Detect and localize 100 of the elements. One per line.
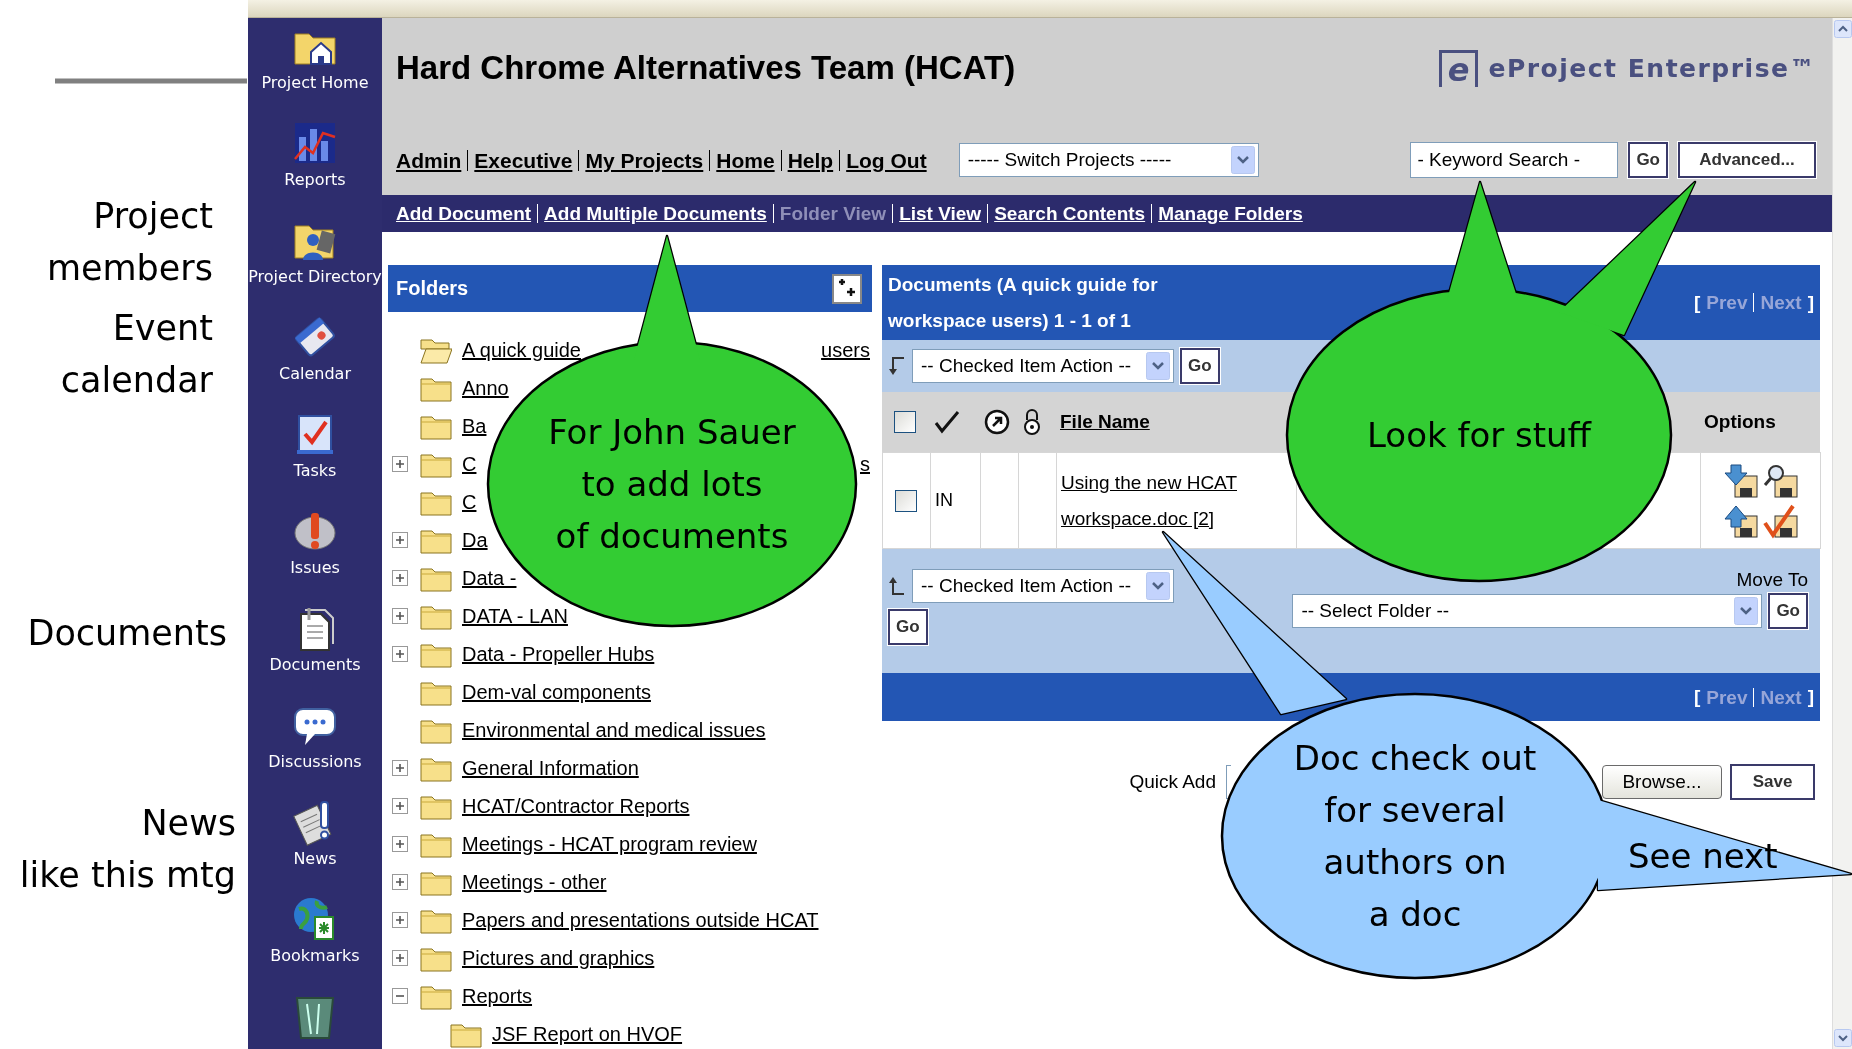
folder-link[interactable]: Da (462, 528, 488, 552)
logo-mark: e (1438, 49, 1479, 87)
annotation-text: News like this mtg (19, 802, 236, 897)
folder-link[interactable]: Environmental and medical issues (462, 718, 766, 742)
lock-icon (1022, 408, 1042, 436)
callout-text: See next (1628, 835, 1778, 878)
go-button[interactable]: Go (1628, 142, 1668, 178)
expand-icon[interactable] (392, 912, 408, 928)
nav-link[interactable]: Search Contents (987, 204, 1152, 223)
expand-icon[interactable] (392, 456, 408, 472)
checkmark-icon (934, 409, 960, 435)
pager-bracket: [ (1693, 291, 1701, 314)
nav-link[interactable]: Add Document (396, 204, 538, 223)
project-dropdown[interactable]: ----- Switch Projects ----- (958, 143, 1259, 177)
folder-link[interactable]: Meetings - other (462, 870, 607, 894)
field-label: Move To (1736, 569, 1808, 591)
nav-link[interactable]: Help (780, 149, 840, 171)
folder-link[interactable]: users (821, 338, 870, 362)
action-dropdown[interactable]: -- Checked Item Action -- (912, 349, 1174, 383)
disk-check-icon[interactable] (1762, 502, 1799, 539)
sidebar-item[interactable]: Bookmarks (248, 895, 382, 992)
folder-link[interactable]: Reports (462, 984, 533, 1008)
panel-title: Folders (396, 277, 469, 300)
field-label: Quick Add (1129, 771, 1216, 793)
search-field[interactable]: - Keyword Search - (1410, 142, 1619, 178)
go-button[interactable]: Go (888, 609, 928, 645)
nav-link[interactable]: Home (709, 149, 781, 171)
sidebar-item[interactable]: Issues (248, 507, 382, 604)
annotation-text: Documents (27, 612, 227, 655)
folder-link[interactable]: Dem-val components (462, 680, 651, 704)
sidebar-item[interactable]: Reports (248, 119, 382, 216)
checkbox[interactable] (894, 411, 916, 433)
sidebar-item[interactable]: News (248, 798, 382, 895)
clock-icon (984, 409, 1010, 435)
sidebar-item[interactable]: Tasks (248, 410, 382, 507)
nav-link[interactable]: My Projects (578, 149, 710, 171)
scroll-up-icon[interactable] (1833, 20, 1852, 38)
expand-icon[interactable] (392, 950, 408, 966)
expand-icon[interactable] (392, 874, 408, 890)
folder-link[interactable]: C (462, 452, 477, 476)
page-title: Hard Chrome Alternatives Team (HCAT) (396, 49, 1016, 87)
expand-icon[interactable] (392, 646, 408, 662)
file-field[interactable] (1226, 765, 1231, 799)
go-button[interactable]: Go (1180, 348, 1220, 384)
checkbox[interactable] (895, 489, 917, 512)
folder-link[interactable]: Data - Propeller Hubs (462, 642, 655, 666)
expand-icon[interactable] (392, 532, 408, 548)
nav-link[interactable]: Log Out (839, 149, 933, 171)
go-button[interactable]: Go (1768, 593, 1808, 629)
folder-link[interactable]: Pictures and graphics (462, 946, 655, 970)
folder-link[interactable]: Papers and presentations outside HCAT (462, 908, 819, 932)
disk-down-arrow-icon[interactable] (1722, 462, 1759, 499)
pager-bracket: ] (1807, 686, 1814, 708)
panel-title: Documents (A quick guide for workspace users) 1 - 1 of 1 (888, 272, 1159, 333)
action-dropdown[interactable]: -- Checked Item Action -- (912, 569, 1174, 603)
nav-link[interactable]: List View (892, 204, 988, 223)
folder-link[interactable]: DATA - LAN (462, 604, 568, 628)
folder-link[interactable]: General Information (462, 756, 639, 780)
disk-magnifier-icon[interactable] (1762, 462, 1799, 499)
scrollbar[interactable] (1832, 18, 1852, 1049)
folder-link[interactable]: Ba (462, 414, 487, 438)
annotation-text: Event calendar (60, 307, 213, 402)
sidebar-item[interactable]: Project Home (248, 22, 382, 119)
folder-link[interactable]: A quick guide (462, 338, 581, 362)
column-header: Options (1704, 411, 1776, 433)
save-button[interactable]: Save (1730, 764, 1815, 800)
scroll-down-icon[interactable] (1833, 1029, 1852, 1047)
expand-icon[interactable] (392, 798, 408, 814)
callout-text: Look for stuff (1366, 414, 1593, 457)
callout-text: For John Sauer to add lots of documents (547, 411, 797, 558)
nav-link[interactable]: Admin (396, 149, 468, 171)
collapse-icon[interactable] (392, 988, 408, 1004)
nav-link[interactable]: Folder View (772, 204, 893, 223)
folder-link[interactable]: Data - (462, 566, 517, 590)
folder-link[interactable]: C (462, 490, 477, 514)
expand-icon[interactable] (392, 608, 408, 624)
advanced-search-button[interactable]: Advanced... (1678, 142, 1816, 178)
column-header[interactable]: File Name (1060, 411, 1150, 433)
folder-dropdown[interactable]: -- Select Folder -- (1292, 594, 1763, 628)
logo-text: eProject Enterprise™ (1488, 53, 1816, 83)
corner-arrow-icon (888, 575, 906, 597)
expand-icon[interactable] (392, 760, 408, 776)
pager-bracket: [ (1693, 686, 1701, 708)
sidebar-item[interactable]: Calendar (248, 313, 382, 410)
folder-link[interactable]: HCAT/Contractor Reports (462, 794, 690, 818)
corner-arrow-icon (888, 355, 906, 377)
folder-link[interactable]: Anno (462, 376, 509, 400)
folder-link[interactable]: s (860, 452, 870, 476)
add-folder-icon[interactable] (832, 273, 862, 304)
folder-link[interactable]: JSF Report on HVOF (492, 1022, 683, 1046)
nav-link[interactable]: Manage Folders (1151, 204, 1309, 223)
nav-link[interactable]: Executive (467, 149, 579, 171)
sidebar-item[interactable]: Discussions (248, 701, 382, 798)
expand-icon[interactable] (392, 836, 408, 852)
browse-button[interactable]: Browse... (1602, 765, 1722, 799)
sidebar-item[interactable]: Documents (248, 604, 382, 701)
nav-link[interactable]: Add Multiple Documents (537, 204, 773, 223)
sidebar-item[interactable]: Project Directory (248, 216, 382, 313)
expand-icon[interactable] (392, 570, 408, 586)
folder-link[interactable]: Meetings - HCAT program review (462, 832, 757, 856)
